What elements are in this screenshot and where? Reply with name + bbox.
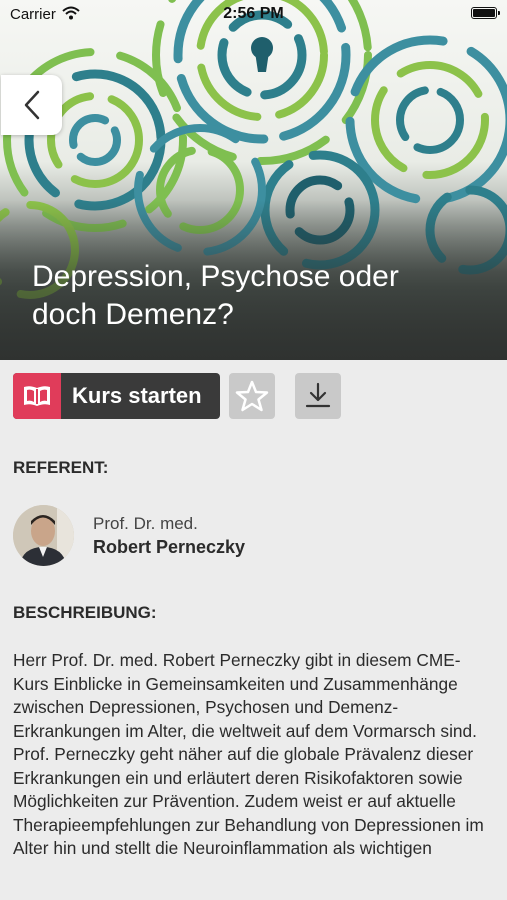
status-bar: Carrier 2:56 PM: [0, 0, 507, 28]
keyhole-icon: [251, 37, 273, 72]
description-text: Herr Prof. Dr. med. Robert Perneczky gib…: [13, 650, 484, 858]
download-button[interactable]: [295, 373, 341, 419]
action-bar: Kurs starten: [13, 373, 341, 419]
referent-heading: REFERENT:: [13, 458, 109, 477]
avatar: [13, 505, 74, 566]
book-icon: [13, 373, 61, 419]
battery-icon: [471, 7, 500, 19]
course-title: Depression, Psychose oder doch Demenz?: [32, 260, 399, 331]
description-heading: BESCHREIBUNG:: [13, 603, 157, 622]
status-time: 2:56 PM: [223, 5, 284, 22]
referent-title: Prof. Dr. med.: [93, 513, 198, 533]
back-button[interactable]: [1, 75, 62, 135]
start-course-button[interactable]: Kurs starten: [13, 373, 220, 419]
start-course-label: Kurs starten: [72, 383, 202, 408]
chevron-left-icon: [24, 90, 39, 120]
download-icon: [305, 382, 331, 408]
favorite-button[interactable]: [229, 373, 275, 419]
star-icon: [235, 380, 269, 412]
referent-name: Robert Perneczky: [93, 536, 246, 557]
referent-card[interactable]: Prof. Dr. med. Robert Perneczky: [13, 505, 245, 566]
